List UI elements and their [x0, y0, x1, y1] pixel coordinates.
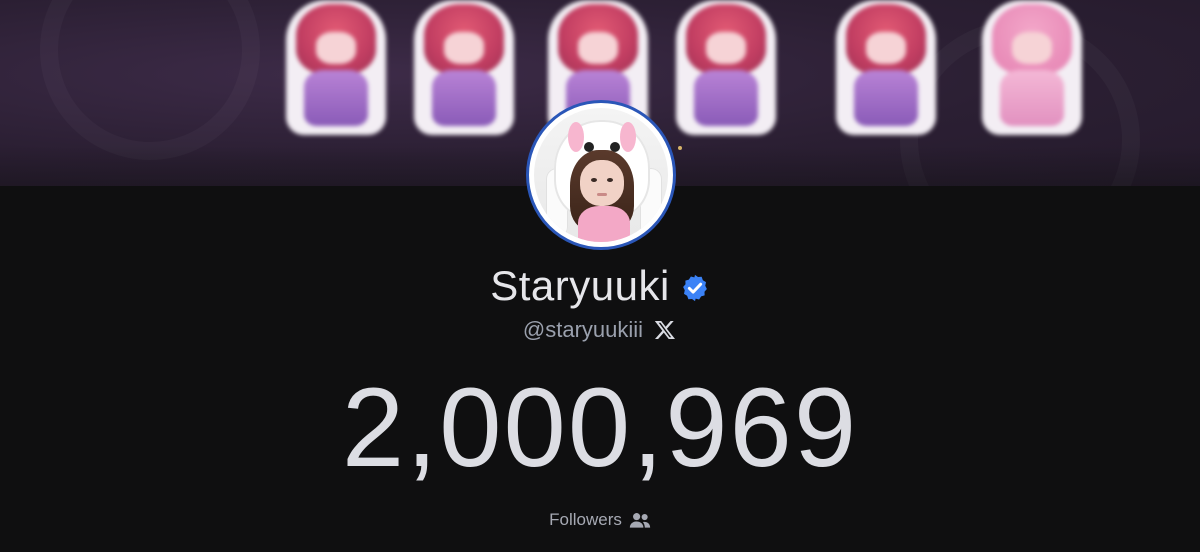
banner-character [286, 0, 386, 135]
banner-character [676, 0, 776, 135]
avatar-face [580, 160, 624, 206]
followers-label-row: Followers [0, 510, 1200, 530]
hood-ear [568, 122, 584, 152]
avatar-shirt [578, 206, 630, 242]
name-row: Staryuuki [0, 262, 1200, 310]
users-icon [629, 513, 651, 528]
avatar-photo [534, 108, 668, 242]
hood-ear [620, 122, 636, 152]
avatar[interactable] [526, 100, 676, 250]
x-logo-icon[interactable] [653, 318, 677, 342]
banner-character [982, 0, 1082, 135]
banner-decoration [40, 0, 260, 160]
profile-card: Staryuuki @staryuukiii 2,000,969 Followe… [0, 0, 1200, 552]
avatar-mouth [597, 193, 607, 196]
followers-count: 2,000,969 [341, 365, 859, 490]
handle-row: @staryuukiii [0, 317, 1200, 343]
verified-badge-icon [682, 274, 707, 302]
banner-sparkle [678, 146, 682, 150]
banner-character [836, 0, 936, 135]
followers-label: Followers [549, 510, 622, 529]
username-handle[interactable]: @staryuukiii [523, 317, 643, 343]
display-name: Staryuuki [490, 262, 670, 309]
avatar-eye [591, 178, 597, 182]
avatar-eye [607, 178, 613, 182]
banner-character [414, 0, 514, 135]
